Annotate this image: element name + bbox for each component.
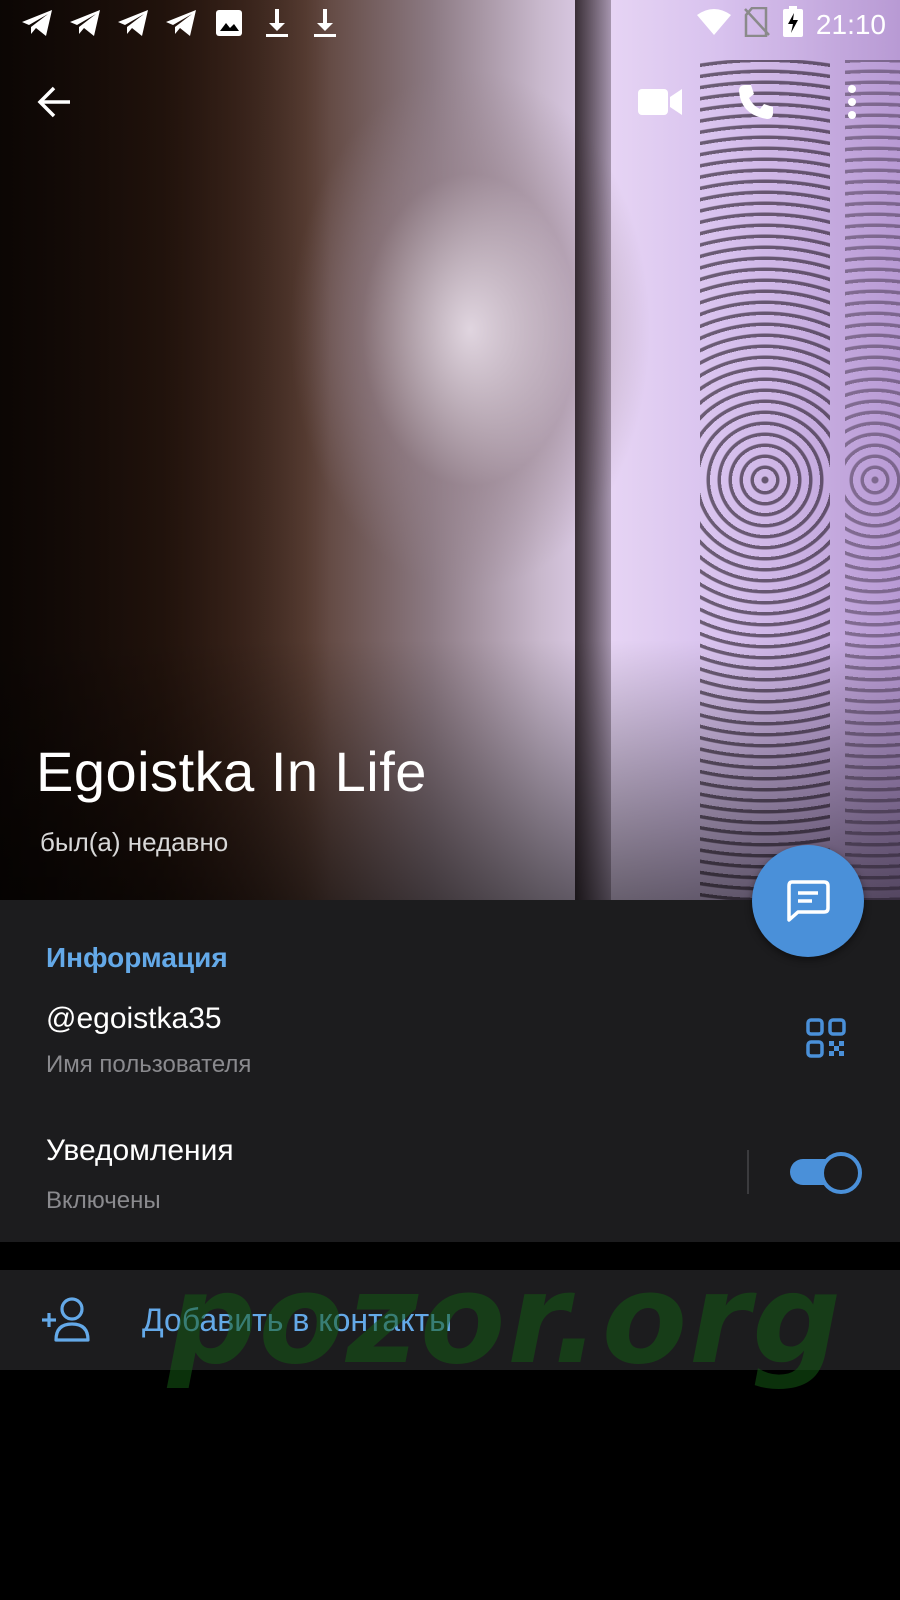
notification-icons — [20, 6, 342, 40]
phone-icon — [739, 85, 773, 119]
wifi-icon — [696, 8, 732, 41]
back-button[interactable] — [18, 66, 90, 138]
top-app-bar — [0, 66, 900, 138]
more-vertical-icon — [848, 85, 856, 119]
more-button[interactable] — [816, 66, 888, 138]
qr-code-button[interactable] — [806, 1018, 846, 1058]
username-value[interactable]: @egoistka35 — [46, 1000, 222, 1038]
notifications-toggle[interactable] — [790, 1152, 862, 1194]
notifications-label[interactable]: Уведомления — [46, 1132, 234, 1170]
no-sim-icon — [744, 6, 770, 42]
add-person-icon — [40, 1296, 92, 1344]
last-seen-status: был(а) недавно — [40, 827, 229, 857]
video-call-icon — [638, 89, 682, 115]
video-call-button[interactable] — [624, 66, 696, 138]
notifications-caption: Включены — [46, 1187, 161, 1214]
telegram-icon — [164, 6, 198, 40]
battery-charging-icon — [782, 6, 804, 43]
info-section-title: Информация — [46, 942, 228, 973]
telegram-icon — [116, 6, 150, 40]
username-caption: Имя пользователя — [46, 1051, 252, 1078]
toggle-knob — [820, 1152, 862, 1194]
download-icon — [308, 6, 342, 40]
status-bar: 21:10 — [0, 0, 900, 50]
watermark: pozor.org — [168, 1248, 843, 1392]
arrow-left-icon — [37, 86, 70, 118]
clock: 21:10 — [815, 8, 886, 40]
call-button[interactable] — [720, 66, 792, 138]
qr-code-icon — [806, 1018, 846, 1058]
system-icons: 21:10 — [696, 6, 886, 43]
telegram-icon — [68, 6, 102, 40]
send-message-fab[interactable] — [752, 845, 864, 957]
profile-name: Egoistka In Life — [36, 740, 427, 803]
download-icon — [260, 6, 294, 40]
info-panel: Информация @egoistka35 Имя пользователя … — [0, 900, 900, 1242]
divider — [747, 1150, 749, 1194]
telegram-icon — [20, 6, 54, 40]
message-icon — [787, 880, 830, 922]
image-icon — [212, 6, 246, 40]
